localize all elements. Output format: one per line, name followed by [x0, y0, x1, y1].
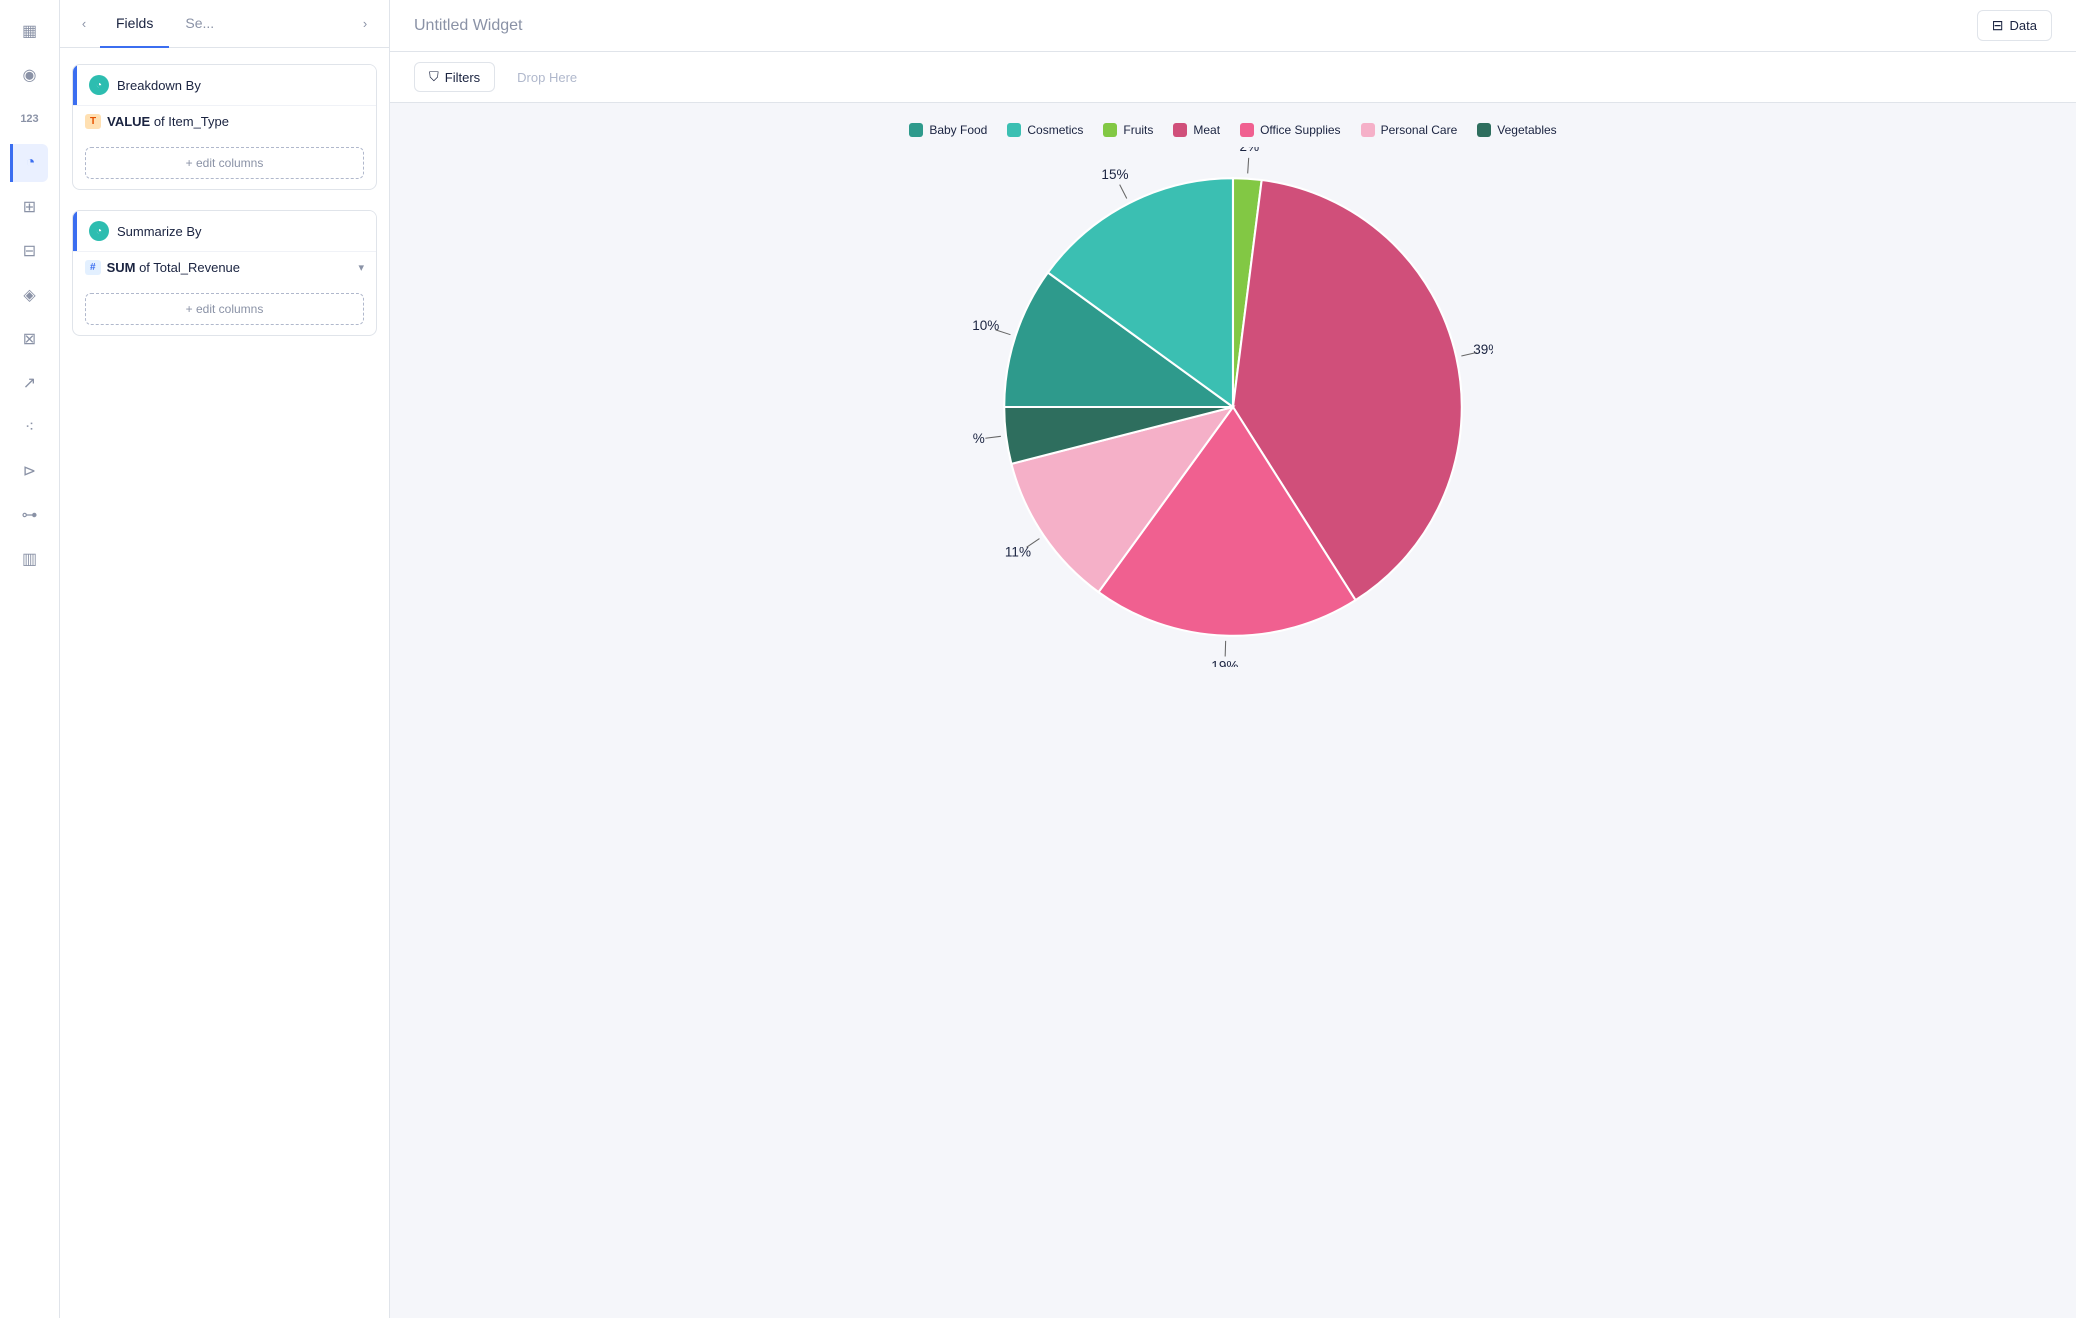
legend-label-vegetables: Vegetables — [1497, 123, 1556, 137]
legend-item-personal-care: Personal Care — [1361, 123, 1458, 137]
breakdown-section: ◔ Breakdown By T VALUE of Item_Type + ed… — [72, 64, 377, 190]
chart-bar-icon[interactable]: ▦ — [11, 12, 49, 50]
legend-color-personal-care — [1361, 123, 1375, 137]
pie-chart-svg: 10%15%2%39%19%11%4% — [973, 147, 1493, 667]
legend-item-fruits: Fruits — [1103, 123, 1153, 137]
pie-label-baby-food: 10% — [973, 318, 999, 333]
drop-here: Drop Here — [507, 64, 587, 91]
legend-label-meat: Meat — [1193, 123, 1220, 137]
pivot-icon[interactable]: ⊟ — [11, 232, 49, 270]
pie-leader-5 — [1027, 539, 1040, 548]
pie-label-fruits: 2% — [1240, 147, 1260, 154]
legend-label-fruits: Fruits — [1123, 123, 1153, 137]
data-btn-label: Data — [2010, 18, 2037, 33]
main-area: Untitled Widget ⊟ Data ⛉ Filters Drop He… — [390, 0, 2076, 1318]
chart-area: Baby Food Cosmetics Fruits Meat Office S… — [390, 103, 2076, 1318]
breakdown-field-name: VALUE of Item_Type — [107, 114, 229, 129]
pie-leader-1 — [1120, 185, 1127, 199]
legend-label-baby-food: Baby Food — [929, 123, 987, 137]
legend-color-baby-food — [909, 123, 923, 137]
legend-item-office-supplies: Office Supplies — [1240, 123, 1341, 137]
summarize-section: ◔ Summarize By # SUM of Total_Revenue ▾ … — [72, 210, 377, 336]
field-tag-hash: # — [85, 260, 101, 275]
legend-color-vegetables — [1477, 123, 1491, 137]
data-icon: ⊟ — [1992, 17, 2004, 34]
pie-label-meat: 39% — [1473, 342, 1493, 357]
legend-item-cosmetics: Cosmetics — [1007, 123, 1083, 137]
pie-chart-container: 10%15%2%39%19%11%4% — [973, 147, 1493, 667]
map-icon[interactable]: ◈ — [11, 276, 49, 314]
breakdown-icon: ◔ — [89, 75, 109, 95]
filter-icon: ⛉ — [429, 69, 439, 85]
grid-icon[interactable]: ⊠ — [11, 320, 49, 358]
summarize-edit-columns[interactable]: + edit columns — [85, 293, 364, 325]
summarize-title: Summarize By — [117, 224, 202, 239]
fields-panel: ‹ Fields Se... › ◔ Breakdown By T VALUE … — [60, 0, 390, 1318]
pie-leader-6 — [985, 436, 1000, 438]
tab-fields[interactable]: Fields — [100, 0, 169, 48]
summarize-field-row[interactable]: # SUM of Total_Revenue ▾ — [73, 251, 376, 283]
widget-title: Untitled Widget — [414, 17, 523, 35]
chart-circle-icon[interactable]: ◉ — [11, 56, 49, 94]
prev-arrow[interactable]: ‹ — [72, 12, 96, 36]
breakdown-header: ◔ Breakdown By — [73, 65, 376, 105]
legend-color-cosmetics — [1007, 123, 1021, 137]
next-arrow[interactable]: › — [353, 12, 377, 36]
mixed-chart-icon[interactable]: ⊶ — [11, 496, 49, 534]
scatter-icon[interactable]: ⁖ — [11, 408, 49, 446]
summarize-header: ◔ Summarize By — [73, 211, 376, 251]
legend-color-office-supplies — [1240, 123, 1254, 137]
legend-item-vegetables: Vegetables — [1477, 123, 1556, 137]
summarize-icon: ◔ — [89, 221, 109, 241]
main-header: Untitled Widget ⊟ Data — [390, 0, 2076, 52]
pie-leader-2 — [1248, 158, 1249, 174]
fields-panel-tabs: Fields Se... — [100, 0, 349, 48]
summarize-field-name: SUM of Total_Revenue — [107, 260, 240, 275]
pie-label-cosmetics: 15% — [1101, 167, 1128, 182]
chart-line-icon[interactable]: ↗ — [11, 364, 49, 402]
table-icon[interactable]: ⊞ — [11, 188, 49, 226]
legend-label-cosmetics: Cosmetics — [1027, 123, 1083, 137]
breakdown-edit-columns[interactable]: + edit columns — [85, 147, 364, 179]
tab-settings[interactable]: Se... — [169, 0, 230, 48]
icon-bar: ▦ ◉ 123 ◔ ⊞ ⊟ ◈ ⊠ ↗ ⁖ ⊳ ⊶ ▥ — [0, 0, 60, 1318]
fields-panel-header: ‹ Fields Se... › — [60, 0, 389, 48]
legend-color-meat — [1173, 123, 1187, 137]
bar-chart2-icon[interactable]: ▥ — [11, 540, 49, 578]
breakdown-field-row[interactable]: T VALUE of Item_Type — [73, 105, 376, 137]
breakdown-title: Breakdown By — [117, 78, 201, 93]
chart-legend: Baby Food Cosmetics Fruits Meat Office S… — [909, 123, 1556, 137]
funnel-icon[interactable]: ⊳ — [11, 452, 49, 490]
legend-label-office-supplies: Office Supplies — [1260, 123, 1341, 137]
pie-label-vegetables: 4% — [973, 431, 985, 446]
filter-bar: ⛉ Filters Drop Here — [390, 52, 2076, 103]
pie-chart-icon[interactable]: ◔ — [10, 144, 48, 182]
legend-item-baby-food: Baby Food — [909, 123, 987, 137]
data-button[interactable]: ⊟ Data — [1977, 10, 2052, 41]
field-tag-t: T — [85, 114, 101, 129]
legend-item-meat: Meat — [1173, 123, 1220, 137]
pie-label-office-supplies: 19% — [1211, 658, 1238, 667]
filter-label: Filters — [445, 70, 480, 85]
legend-label-personal-care: Personal Care — [1381, 123, 1458, 137]
field-dropdown-arrow[interactable]: ▾ — [358, 261, 364, 274]
fields-body: ◔ Breakdown By T VALUE of Item_Type + ed… — [60, 48, 389, 352]
filter-button[interactable]: ⛉ Filters — [414, 62, 495, 92]
number-icon[interactable]: 123 — [11, 100, 49, 138]
legend-color-fruits — [1103, 123, 1117, 137]
